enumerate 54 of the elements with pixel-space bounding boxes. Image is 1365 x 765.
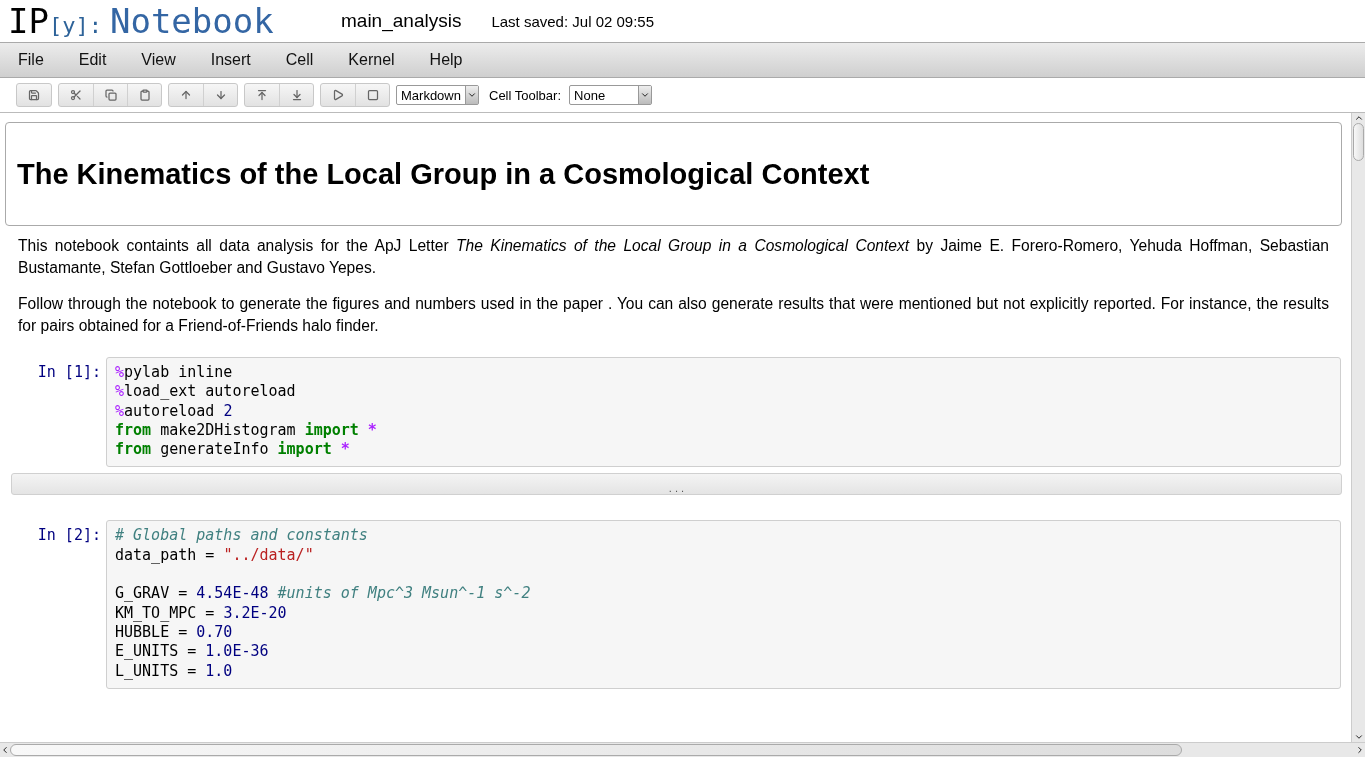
notebook-name[interactable]: main_analysis: [341, 10, 462, 32]
scroll-down-icon[interactable]: [1353, 732, 1364, 742]
scroll-thumb[interactable]: [10, 744, 1182, 756]
cell-type-select[interactable]: Markdown: [396, 85, 479, 105]
scroll-right-icon[interactable]: [1355, 745, 1365, 755]
cell-toolbar-label: Cell Toolbar:: [489, 87, 562, 103]
arrow-down-icon: [214, 89, 227, 101]
code-line: from make2DHistogram import *: [115, 420, 378, 441]
code-line: HUBBLE = 0.70: [115, 622, 234, 643]
horizontal-scrollbar[interactable]: [0, 742, 1365, 757]
code-line: E_UNITS = 1.0E-36: [115, 642, 270, 662]
input-prompt: In [2]:: [36, 525, 102, 547]
save-icon: [28, 89, 40, 101]
menu-item[interactable]: Edit: [68, 51, 117, 69]
code-line: %pylab inline: [115, 363, 234, 383]
code-line: %load_ext autoreload: [115, 382, 297, 402]
last-saved: Last saved: Jul 02 09:55: [491, 12, 655, 30]
scroll-up-icon[interactable]: [1353, 113, 1364, 123]
cut-icon: [70, 89, 82, 101]
code-cell[interactable]: # Global paths and constants data_path = "../data/" G_GRAV = 4.54E-48 #units of Mpc^3 Msun^-1 s^-2 KM_TO_MPC = 3.2E-20 HUBBLE = 0.70 E_UNITS = 1.0E-36 L_UNITS = 1.0: [106, 520, 1341, 689]
code-line: data_path = "../data/": [115, 545, 315, 566]
scroll-left-icon[interactable]: [0, 745, 10, 755]
cell-toolbar-select[interactable]: None: [569, 85, 653, 105]
collapsed-output[interactable]: . . .: [11, 473, 1342, 496]
paste-icon: [138, 89, 151, 101]
copy-icon: [104, 89, 117, 101]
dropdown-icon: [467, 90, 477, 100]
code-cell[interactable]: %pylab inline %load_ext autoreload %autoreload 2 from make2DHistogram import * from generateInfo import *: [106, 357, 1341, 468]
menu-item[interactable]: File: [8, 51, 54, 69]
insert-below-icon: [290, 89, 303, 101]
code-line: KM_TO_MPC = 3.2E-20: [115, 603, 288, 623]
code-line: %autoreload 2: [115, 401, 234, 421]
menu-item[interactable]: Cell: [275, 51, 324, 69]
paragraph: This notebook containts all data analysis for the ApJ Letter The Kinematics of the Local Group in a Cosmological Context by Jaime E. Forero-Romero, Yehuda Hoffman, Sebastian Bustamante, Stefan Gottloeber and Gustavo Yepes.: [18, 236, 1329, 278]
code-line: L_UNITS = 1.0: [115, 661, 234, 681]
stop-icon: [366, 89, 379, 101]
dropdown-icon: [640, 90, 651, 100]
code-line: G_GRAV = 4.54E-48 #units of Mpc^3 Msun^-1 s^-2: [115, 584, 532, 604]
notebook-title: The Kinematics of the Local Group in a Cosmological Context: [17, 157, 870, 191]
scroll-thumb[interactable]: [1353, 123, 1364, 161]
arrow-up-icon: [180, 89, 192, 101]
menu-item[interactable]: Help: [419, 51, 473, 69]
input-prompt: In [1]:: [36, 362, 102, 383]
vertical-scrollbar[interactable]: [1351, 113, 1365, 742]
insert-above-icon: [256, 89, 268, 101]
menu-item[interactable]: View: [131, 51, 186, 69]
logo[interactable]: IP[y]: Notebook: [8, 1, 338, 41]
heading-cell[interactable]: The Kinematics of the Local Group in a Cosmological Context: [5, 122, 1342, 226]
play-icon: [332, 89, 344, 101]
paragraph: Follow through the notebook to generate the figures and numbers used in the paper . You can also generate results that were mentioned but not explicitly reported. For instance, the results for pairs obtained for a Friend-of-Friends halo finder.: [18, 294, 1329, 336]
code-line: from generateInfo import *: [115, 440, 351, 460]
code-line: # Global paths and constants: [115, 526, 369, 546]
menu-item[interactable]: Insert: [200, 51, 261, 69]
menu-item[interactable]: Kernel: [338, 51, 405, 69]
